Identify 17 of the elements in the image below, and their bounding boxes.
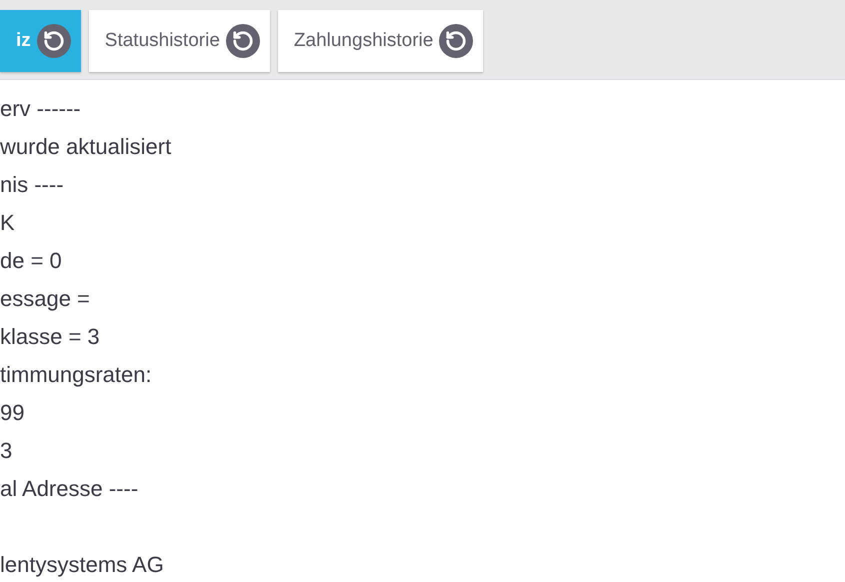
tab[interactable]: Statushistorie: [88, 10, 270, 72]
log-line: erv ------: [0, 96, 81, 121]
log-line: timmungsraten:: [0, 362, 152, 387]
log-line: 3: [0, 438, 12, 463]
tab[interactable]: Zahlungshistorie: [278, 10, 484, 72]
log-line: essage =: [0, 286, 90, 311]
log-line: al Adresse ----: [0, 476, 138, 501]
reset-icon: [226, 24, 260, 58]
log-line: 99: [0, 400, 24, 425]
reset-icon: [36, 24, 71, 58]
log-line: wurde aktualisiert: [0, 134, 172, 159]
log-line: de = 0: [0, 248, 62, 273]
log-line: K: [0, 210, 15, 235]
log-line: lentysystems AG: [0, 552, 164, 577]
log-line: klasse = 3: [0, 324, 100, 349]
log-line: nis ----: [0, 172, 64, 197]
reset-icon: [439, 24, 474, 58]
